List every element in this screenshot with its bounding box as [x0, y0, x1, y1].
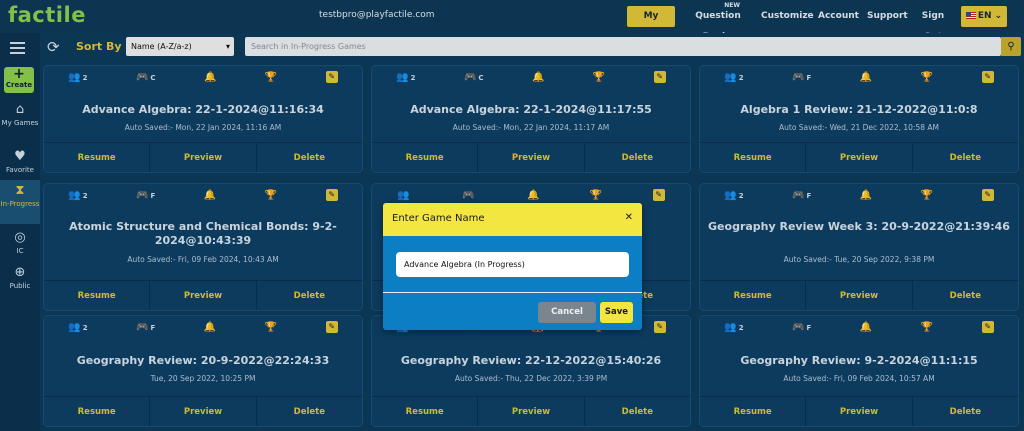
save-button[interactable]: Save	[600, 302, 633, 323]
dialog-header: Enter Game Name ✕	[383, 203, 642, 236]
game-name-input[interactable]: Advance Algebra (In Progress)	[396, 252, 629, 277]
cancel-button[interactable]: Cancel	[538, 302, 596, 323]
close-icon[interactable]: ✕	[625, 212, 633, 223]
enter-game-name-dialog: Enter Game Name ✕ Advance Algebra (In Pr…	[383, 203, 642, 330]
dialog-title: Enter Game Name	[392, 213, 485, 224]
dialog-divider	[383, 292, 642, 293]
